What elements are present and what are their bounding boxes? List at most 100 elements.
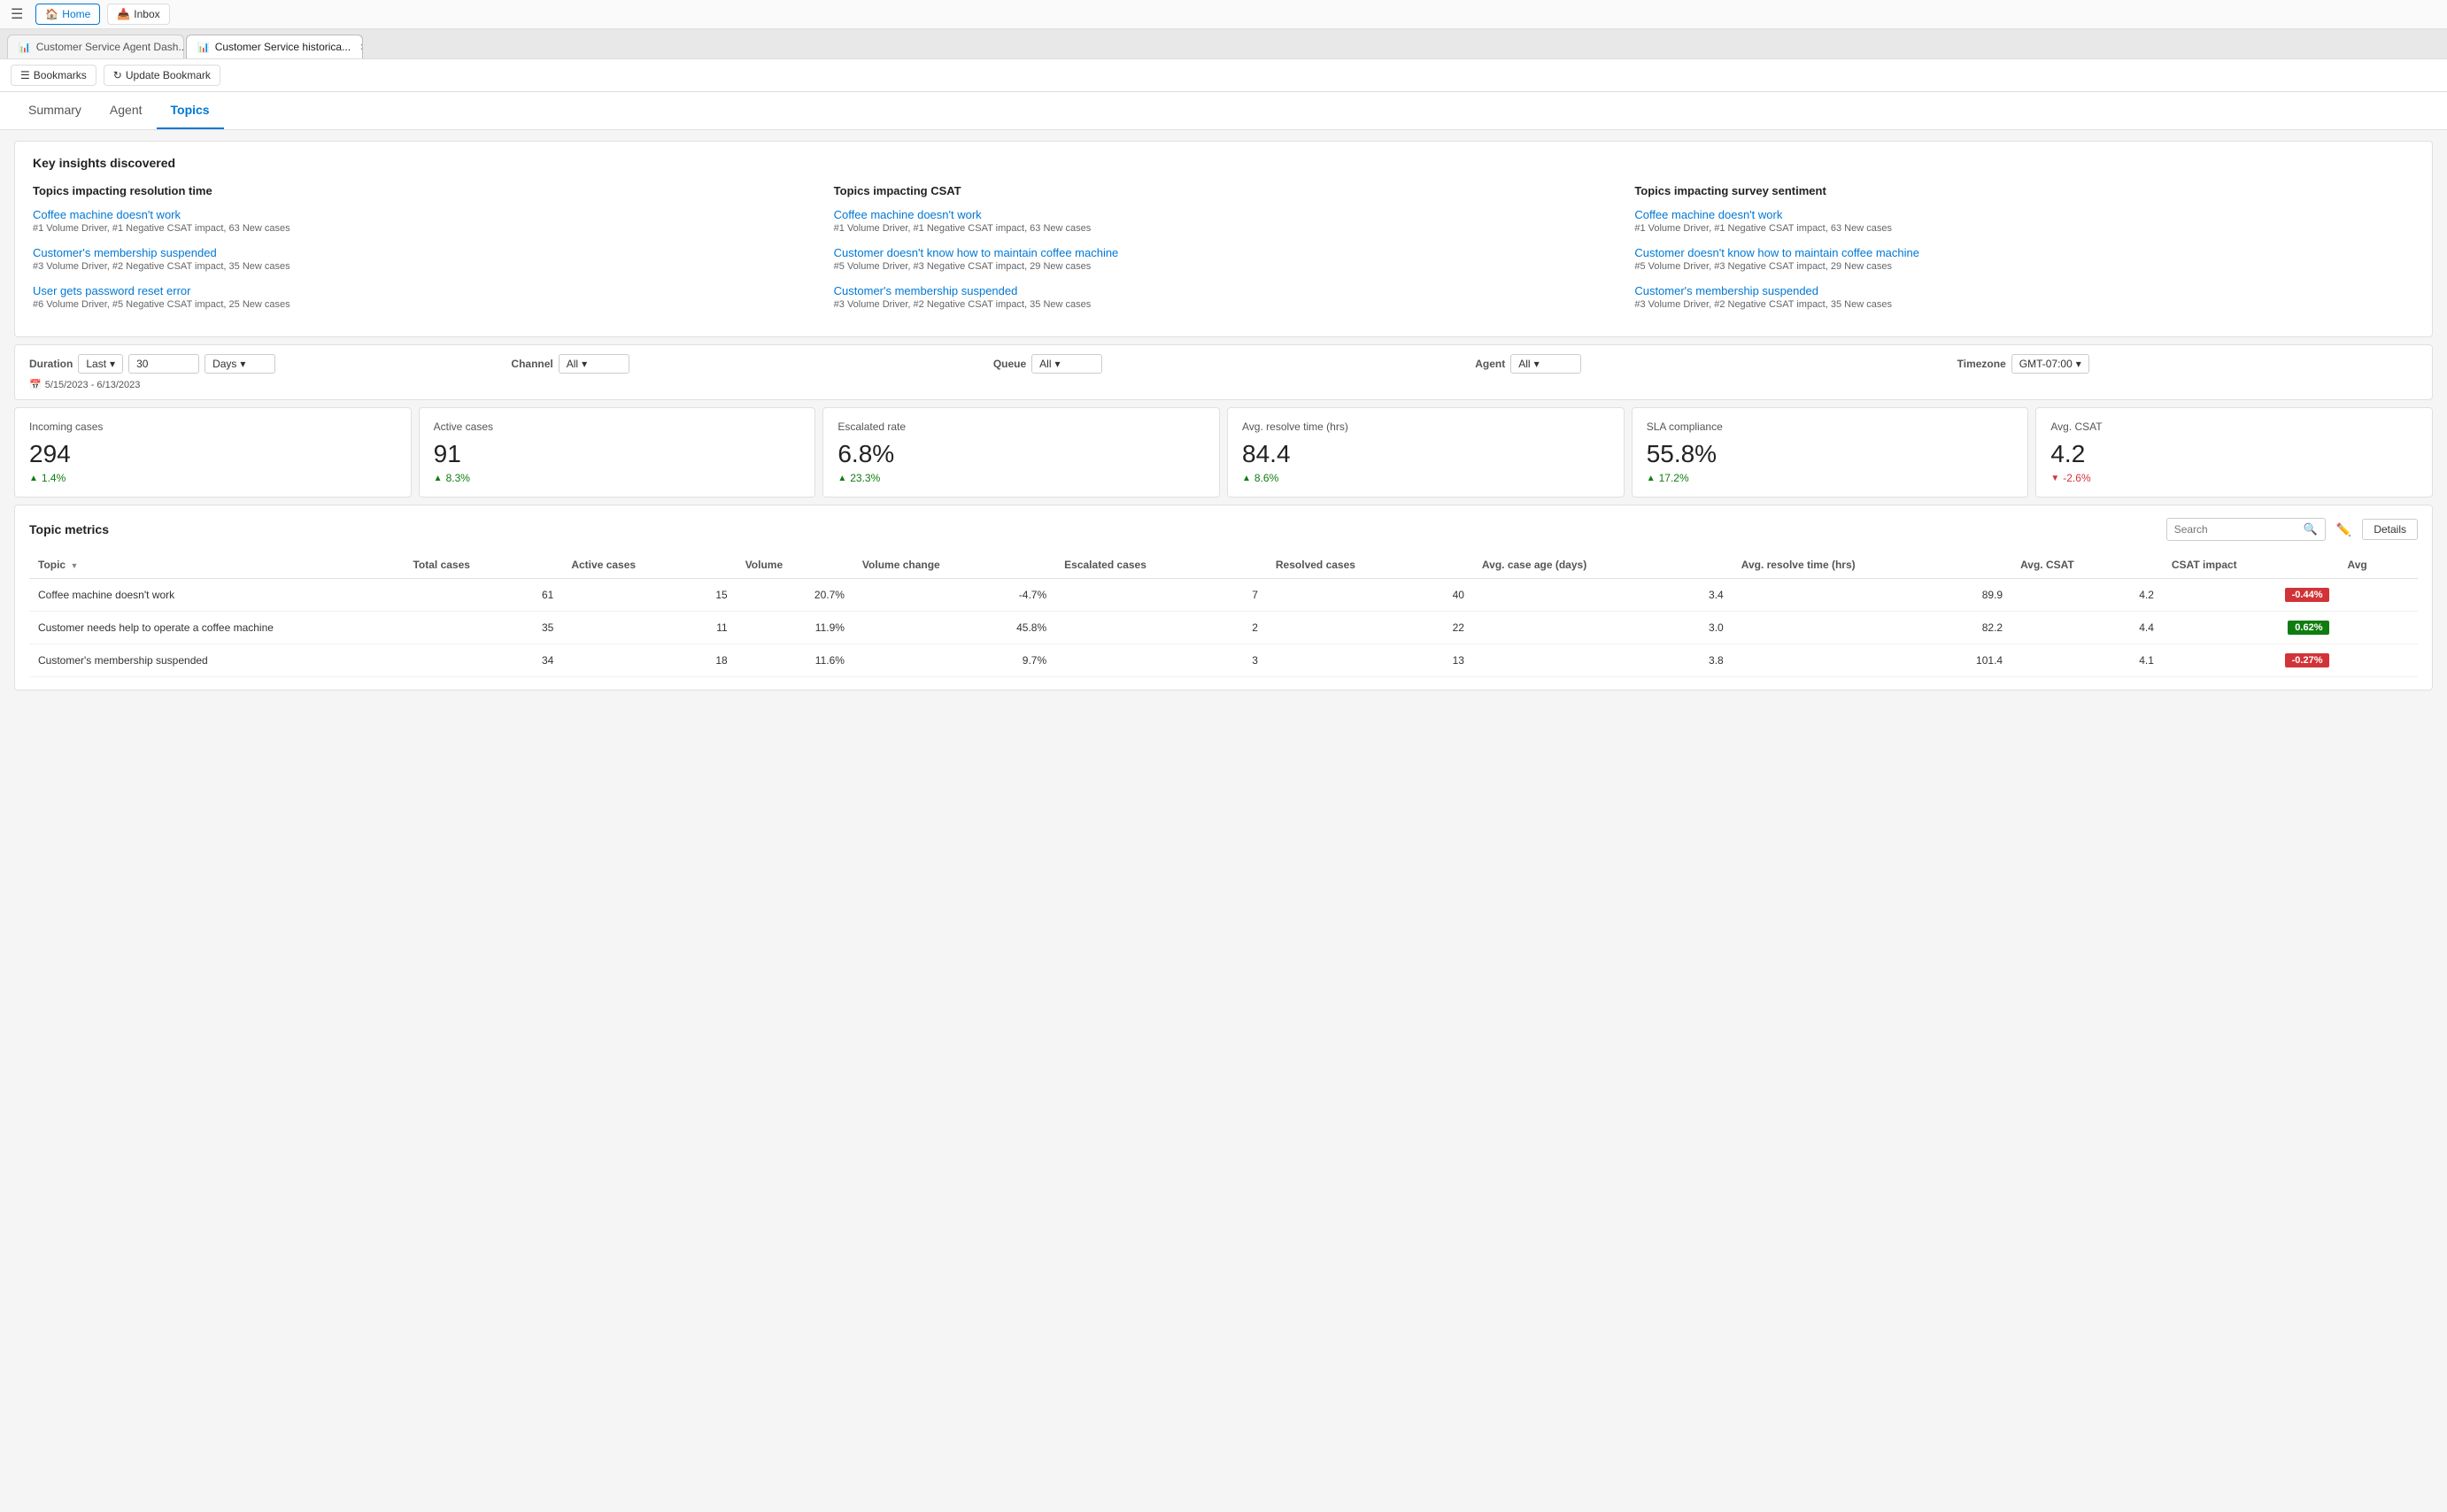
insight-item-1-1: Coffee machine doesn't work #1 Volume Dr… xyxy=(33,208,813,234)
agent-value: All xyxy=(1518,358,1530,370)
topic-metrics-title: Topic metrics xyxy=(29,522,109,536)
insight-item-2-3: Customer's membership suspended #3 Volum… xyxy=(834,284,1614,310)
kpi-csat-label: Avg. CSAT xyxy=(2050,420,2418,433)
kpi-active-label: Active cases xyxy=(434,420,801,433)
topic-metrics-table: Topic ▼ Total cases Active cases Volume … xyxy=(29,552,2418,677)
timezone-select[interactable]: GMT-07:00 ▾ xyxy=(2011,354,2089,374)
insight-meta-2-1: #1 Volume Driver, #1 Negative CSAT impac… xyxy=(834,223,1614,234)
duration-unit-dropdown-icon: ▾ xyxy=(240,358,245,370)
cell-vol-change-2: 9.7% xyxy=(853,644,1055,677)
kpi-active-arrow: ▲ xyxy=(434,474,443,483)
search-input[interactable] xyxy=(2174,523,2298,536)
duration-number-select[interactable]: 30 xyxy=(128,354,199,374)
kpi-resolve-arrow: ▲ xyxy=(1242,474,1251,483)
tab-historical[interactable]: 📊 Customer Service historica... ✕ xyxy=(186,35,363,58)
insight-link-2-3[interactable]: Customer's membership suspended xyxy=(834,284,1614,297)
table-header-row: Topic ▼ Total cases Active cases Volume … xyxy=(29,552,2418,579)
channel-label: Channel xyxy=(511,358,552,370)
duration-unit-select[interactable]: Days ▾ xyxy=(205,354,275,374)
duration-dropdown-icon: ▾ xyxy=(110,358,115,370)
insight-meta-2-3: #3 Volume Driver, #2 Negative CSAT impac… xyxy=(834,299,1614,310)
insight-item-3-3: Customer's membership suspended #3 Volum… xyxy=(1634,284,2414,310)
sort-icon-topic[interactable]: ▼ xyxy=(70,561,78,570)
update-bookmark-button[interactable]: ↻ Update Bookmark xyxy=(104,65,220,86)
insight-item-3-2: Customer doesn't know how to maintain co… xyxy=(1634,246,2414,272)
channel-select[interactable]: All ▾ xyxy=(559,354,629,374)
insight-link-3-1[interactable]: Coffee machine doesn't work xyxy=(1634,208,2414,221)
main-content: Key insights discovered Topics impacting… xyxy=(0,141,2447,690)
top-nav: Summary Agent Topics xyxy=(0,92,2447,130)
kpi-row: Incoming cases 294 ▲ 1.4% Active cases 9… xyxy=(14,407,2433,498)
cell-csat-impact-1: 0.62% xyxy=(2163,612,2339,644)
tab-label-2: Customer Service historica... xyxy=(215,41,351,53)
topic-metrics-panel: Topic metrics 🔍 ✏️ Details Topic ▼ Total… xyxy=(14,505,2433,690)
insights-col-csat: Topics impacting CSAT Coffee machine doe… xyxy=(834,184,1614,322)
menu-icon[interactable]: ☰ xyxy=(11,5,23,23)
cell-escalated-0: 7 xyxy=(1055,579,1267,612)
bookmarks-button[interactable]: ☰ Bookmarks xyxy=(11,65,96,86)
timezone-dropdown-icon: ▾ xyxy=(2076,358,2081,370)
cell-volume-0: 20.7% xyxy=(737,579,853,612)
col-avg-csat: Avg. CSAT xyxy=(2011,552,2163,579)
bookmarks-bar: ☰ Bookmarks ↻ Update Bookmark xyxy=(0,59,2447,92)
table-body: Coffee machine doesn't work 61 15 20.7% … xyxy=(29,579,2418,677)
kpi-active-change-val: 8.3% xyxy=(446,472,470,484)
insight-link-3-3[interactable]: Customer's membership suspended xyxy=(1634,284,2414,297)
insight-link-1-2[interactable]: Customer's membership suspended xyxy=(33,246,813,259)
search-box[interactable]: 🔍 xyxy=(2166,518,2326,541)
channel-value: All xyxy=(567,358,578,370)
cell-resolved-2: 13 xyxy=(1267,644,1473,677)
kpi-escalated-arrow: ▲ xyxy=(838,474,846,483)
insight-link-3-2[interactable]: Customer doesn't know how to maintain co… xyxy=(1634,246,2414,259)
nav-summary[interactable]: Summary xyxy=(14,92,96,129)
tab-agent-dash[interactable]: 📊 Customer Service Agent Dash... xyxy=(7,35,184,58)
col-volume-change: Volume change xyxy=(853,552,1055,579)
col-avg-resolve-time: Avg. resolve time (hrs) xyxy=(1733,552,2011,579)
insight-link-1-3[interactable]: User gets password reset error xyxy=(33,284,813,297)
cell-csat-0: 4.2 xyxy=(2011,579,2163,612)
inbox-button[interactable]: 📥 Inbox xyxy=(107,4,169,25)
kpi-csat-change: ▼ -2.6% xyxy=(2050,472,2418,484)
duration-value: Last xyxy=(86,358,106,370)
insights-col-sentiment: Topics impacting survey sentiment Coffee… xyxy=(1634,184,2414,322)
kpi-incoming-value: 294 xyxy=(29,440,397,468)
details-button[interactable]: Details xyxy=(2362,519,2418,540)
cell-csat-impact-0: -0.44% xyxy=(2163,579,2339,612)
filter-timezone: Timezone GMT-07:00 ▾ xyxy=(1957,354,2418,374)
insights-col-resolution-title: Topics impacting resolution time xyxy=(33,184,813,197)
insight-meta-1-1: #1 Volume Driver, #1 Negative CSAT impac… xyxy=(33,223,813,234)
home-button[interactable]: 🏠 Home xyxy=(35,4,100,25)
col-total-cases: Total cases xyxy=(404,552,562,579)
nav-agent[interactable]: Agent xyxy=(96,92,157,129)
insight-meta-1-3: #6 Volume Driver, #5 Negative CSAT impac… xyxy=(33,299,813,310)
kpi-incoming-arrow: ▲ xyxy=(29,474,38,483)
top-app-bar: ☰ 🏠 Home 📥 Inbox xyxy=(0,0,2447,29)
edit-icon-button[interactable]: ✏️ xyxy=(2333,519,2355,541)
bookmarks-label: Bookmarks xyxy=(34,69,87,81)
update-bookmark-label: Update Bookmark xyxy=(126,69,211,81)
home-icon: 🏠 xyxy=(45,8,58,20)
nav-topics[interactable]: Topics xyxy=(157,92,224,129)
tab-close-icon[interactable]: ✕ xyxy=(359,42,363,53)
insight-link-2-1[interactable]: Coffee machine doesn't work xyxy=(834,208,1614,221)
cell-topic-1: Customer needs help to operate a coffee … xyxy=(29,612,404,644)
duration-number: 30 xyxy=(136,358,148,370)
insight-link-1-1[interactable]: Coffee machine doesn't work xyxy=(33,208,813,221)
search-icon[interactable]: 🔍 xyxy=(2304,522,2318,536)
queue-value: All xyxy=(1039,358,1051,370)
queue-select[interactable]: All ▾ xyxy=(1031,354,1102,374)
date-range: 📅 5/15/2023 - 6/13/2023 xyxy=(29,379,2418,390)
duration-value-select[interactable]: Last ▾ xyxy=(78,354,123,374)
bookmarks-icon: ☰ xyxy=(20,69,30,81)
browser-tabs: 📊 Customer Service Agent Dash... 📊 Custo… xyxy=(0,29,2447,58)
filter-agent: Agent All ▾ xyxy=(1475,354,1935,374)
kpi-escalated-change-val: 23.3% xyxy=(850,472,880,484)
inbox-label: Inbox xyxy=(134,8,159,20)
insight-link-2-2[interactable]: Customer doesn't know how to maintain co… xyxy=(834,246,1614,259)
insight-meta-3-2: #5 Volume Driver, #3 Negative CSAT impac… xyxy=(1634,261,2414,272)
agent-dropdown-icon: ▾ xyxy=(1534,358,1540,370)
agent-select[interactable]: All ▾ xyxy=(1510,354,1581,374)
insights-grid: Topics impacting resolution time Coffee … xyxy=(33,184,2414,322)
queue-label: Queue xyxy=(993,358,1026,370)
key-insights-panel: Key insights discovered Topics impacting… xyxy=(14,141,2433,337)
